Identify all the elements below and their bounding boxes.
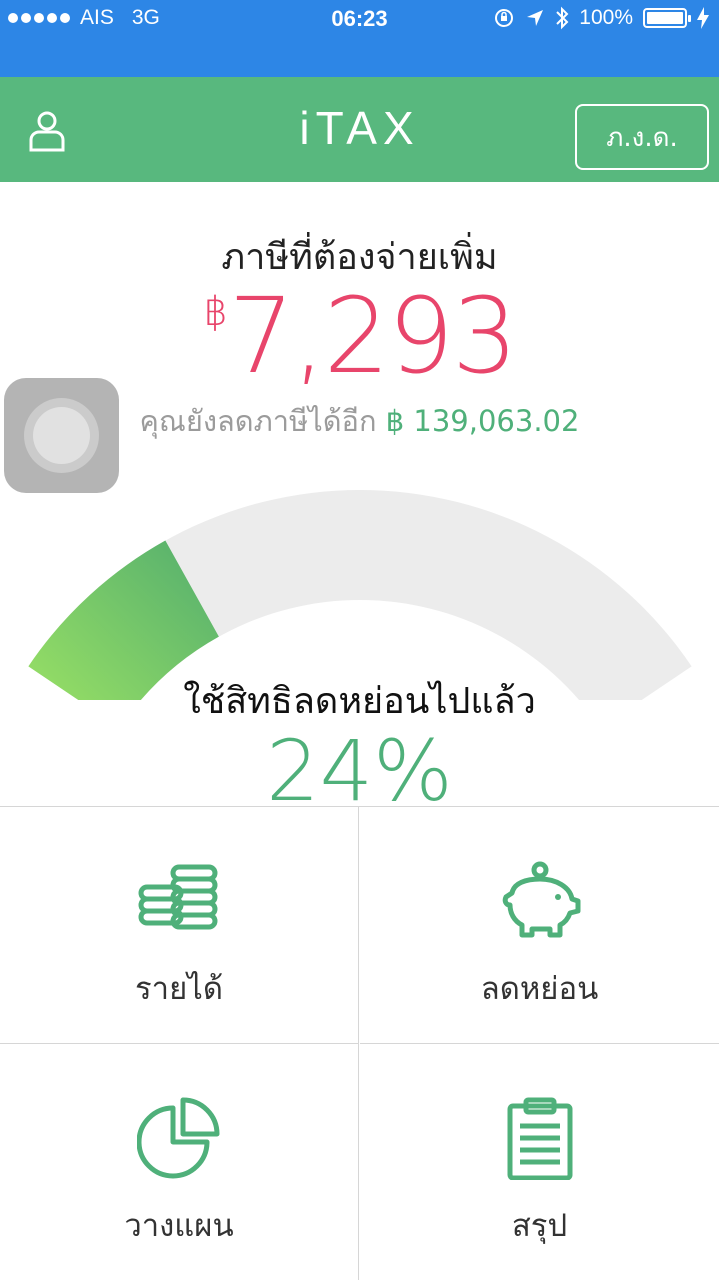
battery-percent: 100% xyxy=(579,6,633,29)
charging-icon xyxy=(697,7,709,29)
deduction-gauge xyxy=(28,490,692,700)
currency-symbol: ฿ xyxy=(202,289,229,335)
nav-bar: iTAX ภ.ง.ด. xyxy=(0,77,719,182)
clipboard-icon xyxy=(507,1097,572,1180)
rotation-lock-icon xyxy=(495,9,514,27)
remaining-label: คุณยังลดภาษีได้อีก xyxy=(139,404,377,438)
location-icon xyxy=(527,10,544,26)
gauge-label: ใช้สิทธิลดหย่อนไปแล้ว xyxy=(183,681,536,722)
menu-plan[interactable]: วางแผน xyxy=(0,1044,359,1280)
menu-plan-label: วางแผน xyxy=(124,1208,234,1244)
tax-amount-value: 7,293 xyxy=(228,275,518,397)
main-menu-grid: รายได้ ลดหย่อน วางแผน สรุป xyxy=(0,806,719,1280)
menu-summary-label: สรุป xyxy=(511,1208,568,1244)
battery-icon xyxy=(643,8,691,28)
menu-deduction-label: ลดหย่อน xyxy=(480,971,599,1007)
pgd-form-button[interactable]: ภ.ง.ด. xyxy=(575,104,709,170)
menu-income-label: รายได้ xyxy=(135,971,223,1007)
remaining-amount: ฿ 139,063.02 xyxy=(385,404,580,438)
coins-icon xyxy=(138,864,218,930)
menu-summary[interactable]: สรุป xyxy=(360,1044,719,1280)
tax-due-amount: ฿7,293 xyxy=(0,275,719,397)
piggy-bank-icon xyxy=(502,861,580,938)
bluetooth-icon xyxy=(556,6,569,30)
menu-deduction[interactable]: ลดหย่อน xyxy=(360,807,719,1044)
pie-chart-icon xyxy=(137,1097,220,1179)
menu-income[interactable]: รายได้ xyxy=(0,807,359,1044)
status-bar: AIS 3G 06:23 100% xyxy=(0,0,719,77)
status-right: 100% xyxy=(493,6,709,30)
